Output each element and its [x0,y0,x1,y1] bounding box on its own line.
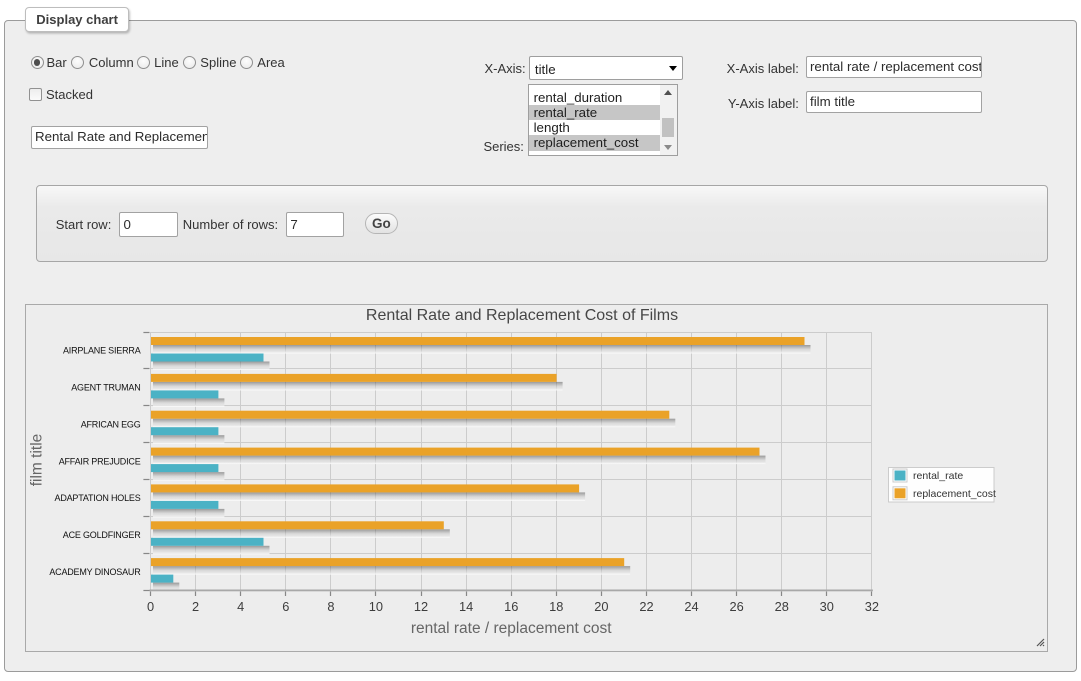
svg-text:replacement_cost: replacement_cost [913,488,996,500]
svg-text:28: 28 [775,599,789,614]
svg-text:10: 10 [369,599,383,614]
svg-text:rental_rate: rental_rate [913,470,963,482]
svg-text:AIRPLANE SIERRA: AIRPLANE SIERRA [63,346,141,356]
svg-text:12: 12 [414,599,428,614]
svg-text:16: 16 [504,599,518,614]
svg-text:32: 32 [865,599,879,614]
svg-text:AFFAIR PREJUDICE: AFFAIR PREJUDICE [59,456,141,466]
svg-text:ACE GOLDFINGER: ACE GOLDFINGER [63,530,141,540]
svg-text:18: 18 [549,599,563,614]
svg-text:AFRICAN EGG: AFRICAN EGG [81,419,141,429]
svg-text:ACADEMY DINOSAUR: ACADEMY DINOSAUR [49,567,141,577]
svg-text:ADAPTATION HOLES: ADAPTATION HOLES [55,493,141,503]
svg-text:20: 20 [594,599,608,614]
svg-text:26: 26 [729,599,743,614]
svg-text:0: 0 [147,599,154,614]
svg-text:AGENT TRUMAN: AGENT TRUMAN [71,383,140,393]
svg-text:Rental Rate and Replacement Co: Rental Rate and Replacement Cost of Film… [366,307,678,324]
svg-text:8: 8 [327,599,334,614]
svg-text:rental rate / replacement cost: rental rate / replacement cost [411,620,612,637]
svg-text:14: 14 [459,599,473,614]
svg-text:6: 6 [282,599,289,614]
svg-text:film title: film title [29,434,46,487]
svg-text:22: 22 [639,599,653,614]
svg-text:24: 24 [684,599,698,614]
svg-text:4: 4 [237,599,244,614]
svg-text:30: 30 [820,599,834,614]
svg-text:2: 2 [192,599,199,614]
